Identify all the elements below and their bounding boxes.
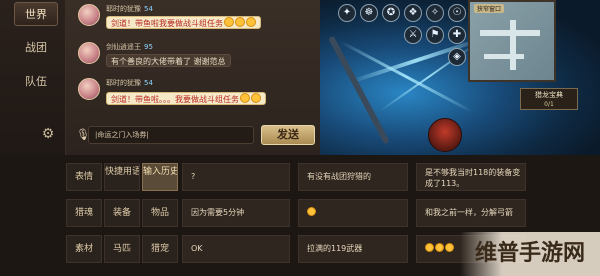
smile-emoji-icon: [307, 207, 316, 216]
skill-icon[interactable]: ✪: [382, 4, 400, 22]
boss-count: 0/1: [544, 101, 554, 108]
avatar[interactable]: [78, 4, 100, 26]
category-equipment[interactable]: 装备: [104, 199, 140, 227]
minimap[interactable]: 狭窄窗口: [468, 0, 556, 82]
boss-info[interactable]: 猎龙宝典 0/1: [520, 88, 578, 110]
message-bubble: 有个善良的大佬带着了 谢谢范总: [106, 54, 231, 67]
chat-channel-tabs: 世界 战团 队伍 ⚙: [0, 0, 66, 155]
message-text: 剑道！带鱼啦。。。我要做战斗组任务: [111, 95, 239, 104]
smile-emoji-icon: [224, 17, 234, 27]
skill-icon[interactable]: ❖: [404, 4, 422, 22]
avatar[interactable]: [78, 42, 100, 64]
sender-level: 95: [144, 43, 153, 51]
smile-emoji-icon: [240, 93, 250, 103]
category-shortcut[interactable]: 快捷用语: [104, 163, 140, 191]
tab-guild[interactable]: 战团: [14, 36, 58, 60]
history-item[interactable]: 和我之前一样，分解弓箭: [416, 199, 526, 227]
minimap-road: [510, 20, 516, 70]
message-text: 剑道！带鱼啦我要做战斗组任务: [111, 19, 223, 28]
tab-world[interactable]: 世界: [14, 2, 58, 26]
history-item[interactable]: [298, 199, 408, 227]
minimap-road: [484, 54, 524, 59]
send-button[interactable]: 发送: [261, 125, 315, 145]
history-item[interactable]: 因为需要5分钟: [182, 199, 290, 227]
category-input-history[interactable]: 输入历史: [142, 163, 178, 191]
category-items[interactable]: 物品: [142, 199, 178, 227]
message-text: 有个善良的大佬带着了 谢谢范总: [111, 57, 226, 66]
category-hunt-soul[interactable]: 猎魂: [66, 199, 102, 227]
smile-emoji-icon: [435, 243, 444, 252]
sender-level: 54: [144, 79, 153, 87]
skill-icon[interactable]: ✚: [448, 26, 466, 44]
game-viewport[interactable]: ✦ ☸ ✪ ❖ ✧ ☉ ⚔ ⚑ ✚ ◈ 狭窄窗口 猎龙宝典 0/1: [320, 0, 600, 155]
history-item[interactable]: 是不够我当时118的装备变成了113。: [416, 163, 526, 191]
skill-icon[interactable]: ⚑: [426, 26, 444, 44]
message-bubble: 剑道！带鱼啦。。。我要做战斗组任务: [106, 92, 266, 105]
smile-emoji-icon: [246, 17, 256, 27]
avatar[interactable]: [78, 78, 100, 100]
category-emoji[interactable]: 表情: [66, 163, 102, 191]
smile-emoji-icon: [425, 243, 434, 252]
skill-icon[interactable]: ✧: [426, 4, 444, 22]
history-item[interactable]: 有没有战团狩猎的: [298, 163, 408, 191]
game-chat-screen: 世界 战团 队伍 ⚙ 耶时的犹豫 54 剑道！带鱼啦我要做战斗组任务 剑仙逍遥王 9…: [0, 0, 600, 276]
category-pets[interactable]: 猎宠: [142, 235, 178, 263]
history-item[interactable]: ?: [182, 163, 290, 191]
smile-emoji-icon: [235, 17, 245, 27]
sender-name[interactable]: 剑仙逍遥王: [106, 43, 141, 51]
settings-gear-icon[interactable]: ⚙: [40, 126, 56, 142]
category-materials[interactable]: 素材: [66, 235, 102, 263]
history-item[interactable]: OK: [182, 235, 290, 263]
chat-input[interactable]: |命运之门入场券|: [88, 126, 254, 144]
enemy-character[interactable]: [428, 118, 462, 152]
history-item[interactable]: 拉满的119武器: [298, 235, 408, 263]
smile-emoji-icon: [445, 243, 454, 252]
sender-level: 54: [144, 5, 153, 13]
sender-name[interactable]: 耶时的犹豫: [106, 5, 141, 13]
tab-team[interactable]: 队伍: [14, 70, 58, 94]
sender-name[interactable]: 耶时的犹豫: [106, 79, 141, 87]
site-watermark: 维普手游网: [460, 232, 600, 276]
skill-icon[interactable]: ◈: [448, 48, 466, 66]
boss-name: 猎龙宝典: [535, 91, 563, 99]
chat-input-row: 🎙 |命运之门入场券| 发送: [66, 120, 320, 150]
chat-panel: 耶时的犹豫 54 剑道！带鱼啦我要做战斗组任务 剑仙逍遥王 95 有个善良的大佬带着…: [66, 0, 320, 155]
microphone-icon[interactable]: 🎙: [76, 129, 90, 141]
category-horses[interactable]: 马匹: [104, 235, 140, 263]
skill-icon[interactable]: ☸: [360, 4, 378, 22]
smile-emoji-icon: [251, 93, 261, 103]
minimap-title: 狭窄窗口: [474, 4, 505, 13]
skill-icon[interactable]: ✦: [338, 4, 356, 22]
message-bubble: 剑道！带鱼啦我要做战斗组任务: [106, 16, 261, 29]
skill-icon[interactable]: ☉: [448, 4, 466, 22]
skill-icon[interactable]: ⚔: [404, 26, 422, 44]
